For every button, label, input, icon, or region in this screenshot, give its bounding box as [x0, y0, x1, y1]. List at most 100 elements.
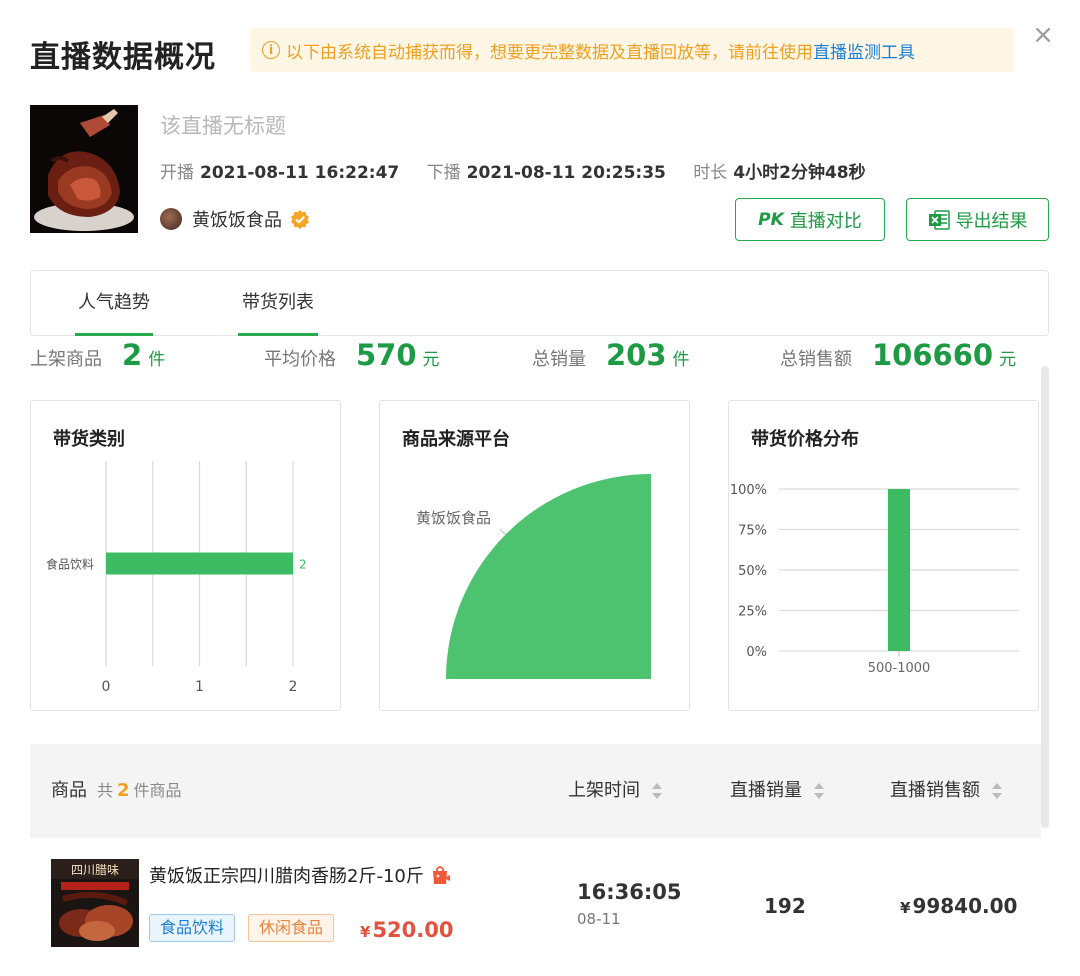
- product-price: ¥520.00: [360, 918, 453, 942]
- currency-symbol: ¥: [900, 899, 911, 917]
- y-tick-label: 100%: [730, 483, 767, 498]
- stat-value: 570: [356, 338, 417, 372]
- count-suffix: 件商品: [133, 781, 182, 800]
- x-tick-label: 1: [195, 679, 204, 695]
- tag-subcategory: 休闲食品: [248, 914, 335, 942]
- chart-title: 带货价格分布: [751, 429, 859, 450]
- notice-banner: i 以下由系统自动捕获而得，想要更完整数据及直播回放等，请前往使用 直播监测工具: [250, 28, 1014, 72]
- info-icon: i: [262, 41, 280, 59]
- data-label: 2: [299, 558, 307, 572]
- bar: [106, 552, 293, 575]
- anchor-name[interactable]: 黄饭饭食品: [192, 206, 282, 232]
- pie-slice: [446, 474, 651, 679]
- start-time: 2021-08-11 16:22:47: [200, 163, 400, 183]
- sort-icon[interactable]: [814, 781, 824, 801]
- tag-category: 食品饮料: [149, 914, 236, 942]
- stat-value: 203: [606, 338, 667, 372]
- product-count: 2: [117, 780, 130, 801]
- export-button[interactable]: 导出结果: [906, 198, 1049, 241]
- export-button-label: 导出结果: [955, 210, 1028, 232]
- stat-label: 总销售额: [780, 349, 852, 370]
- pk-button-label: 直播对比: [789, 210, 862, 232]
- pk-icon: PK: [758, 209, 784, 230]
- stat-listed-products: 上架商品 2 件: [30, 338, 165, 372]
- col-product-label: 商品: [51, 780, 87, 801]
- chart-title: 商品来源平台: [402, 429, 510, 450]
- col-live-revenue[interactable]: 直播销售额: [890, 744, 1002, 838]
- stat-label: 上架商品: [30, 349, 102, 370]
- platform-chart-card: 黄饭饭食品 商品来源平台: [379, 400, 690, 711]
- summary-stats: 上架商品 2 件 平均价格 570 元 总销量 203 件 总销售额 10666…: [0, 338, 1040, 378]
- stat-unit: 件: [672, 350, 690, 370]
- chart-title: 带货类别: [53, 429, 125, 450]
- shopping-bag-icon[interactable]: [430, 864, 452, 886]
- y-tick-label: 75%: [738, 524, 767, 539]
- currency-symbol: ¥: [360, 923, 371, 941]
- live-sales-value: 192: [764, 894, 806, 918]
- col-listing-time[interactable]: 上架时间: [568, 744, 662, 838]
- bar: [888, 489, 910, 651]
- anchor-info[interactable]: 黄饭饭食品: [160, 206, 310, 232]
- col-live-sales[interactable]: 直播销量: [730, 744, 824, 838]
- live-times: 开播 2021-08-11 16:22:47 下播 2021-08-11 20:25…: [160, 158, 888, 183]
- monitor-tool-link[interactable]: 直播监测工具: [813, 38, 915, 63]
- slice-label: 黄饭饭食品: [416, 509, 491, 527]
- label-leader-line: [499, 528, 507, 536]
- col-amount-label: 直播销售额: [890, 780, 980, 801]
- col-product: 商品共 2 件商品: [51, 744, 182, 838]
- modal-title: 直播数据概况: [30, 40, 216, 75]
- tab-underline: [238, 333, 318, 336]
- close-icon[interactable]: ×: [1030, 22, 1056, 48]
- tab-bar: 人气趋势 带货列表: [30, 270, 1049, 336]
- stat-total-sales: 总销量 203 件: [532, 338, 690, 372]
- thumbnail-text: 四川腊味: [71, 863, 119, 877]
- category-label: 食品饮料: [46, 557, 94, 572]
- verified-badge-icon: [291, 210, 309, 229]
- stat-label: 总销量: [532, 349, 586, 370]
- x-tick-label: 0: [102, 679, 111, 695]
- stat-unit: 元: [422, 350, 440, 370]
- listing-time: 16:36:05: [577, 880, 682, 904]
- tab-label: 人气趋势: [78, 292, 150, 313]
- avatar: [160, 208, 182, 230]
- amount-value: 99840.00: [912, 894, 1018, 918]
- end-label: 下播: [426, 163, 461, 183]
- stat-unit: 元: [999, 350, 1017, 370]
- stat-unit: 件: [148, 350, 166, 370]
- stat-value: 106660: [872, 338, 994, 372]
- col-sales-label: 直播销量: [730, 780, 802, 801]
- start-label: 开播: [160, 163, 194, 183]
- product-name-text[interactable]: 黄饭饭正宗四川腊肉香肠2斤-10斤: [149, 862, 424, 888]
- end-time: 2021-08-11 20:25:35: [466, 163, 666, 183]
- duration-value: 4小时2分钟48秒: [733, 163, 866, 183]
- y-tick-label: 25%: [738, 605, 767, 620]
- notice-text: 以下由系统自动捕获而得，想要更完整数据及直播回放等，请前往使用: [286, 42, 813, 63]
- table-header: 商品共 2 件商品 上架时间 直播销量 直播销售额: [30, 744, 1041, 838]
- listing-date: 08-11: [577, 910, 621, 928]
- product-thumbnail[interactable]: 四川腊味: [51, 859, 139, 947]
- sort-icon[interactable]: [992, 781, 1002, 801]
- tab-label: 带货列表: [242, 292, 314, 313]
- duration-label: 时长: [693, 163, 728, 183]
- excel-icon: [928, 209, 950, 230]
- x-tick-label: 2: [289, 679, 298, 695]
- pk-compare-button[interactable]: PK 直播对比: [735, 198, 885, 241]
- stat-label: 平均价格: [264, 349, 336, 370]
- product-name[interactable]: 黄饭饭正宗四川腊肉香肠2斤-10斤: [149, 862, 452, 888]
- y-tick-label: 0%: [746, 645, 767, 660]
- table-row[interactable]: 四川腊味 黄饭饭正宗四川腊肉香肠2斤-10斤 食品饮料 休闲食品 ¥520.00…: [30, 838, 1041, 976]
- stat-total-revenue: 总销售额 106660 元: [780, 338, 1016, 372]
- stat-average-price: 平均价格 570 元: [264, 338, 440, 372]
- category-chart-card: 0 1 2 食品饮料 2 带货类别: [30, 400, 341, 711]
- stat-value: 2: [122, 338, 143, 372]
- tab-popularity-trend[interactable]: 人气趋势: [75, 271, 153, 336]
- tab-product-list[interactable]: 带货列表: [238, 271, 318, 336]
- tab-underline: [75, 333, 153, 336]
- live-revenue-value: ¥99840.00: [900, 894, 1017, 918]
- scrollbar[interactable]: [1041, 366, 1049, 828]
- live-cover-image: [30, 105, 138, 233]
- sort-icon[interactable]: [652, 781, 662, 801]
- count-prefix: 共: [97, 781, 114, 800]
- price-value: 520.00: [372, 918, 454, 942]
- x-tick-label: 500-1000: [868, 661, 931, 676]
